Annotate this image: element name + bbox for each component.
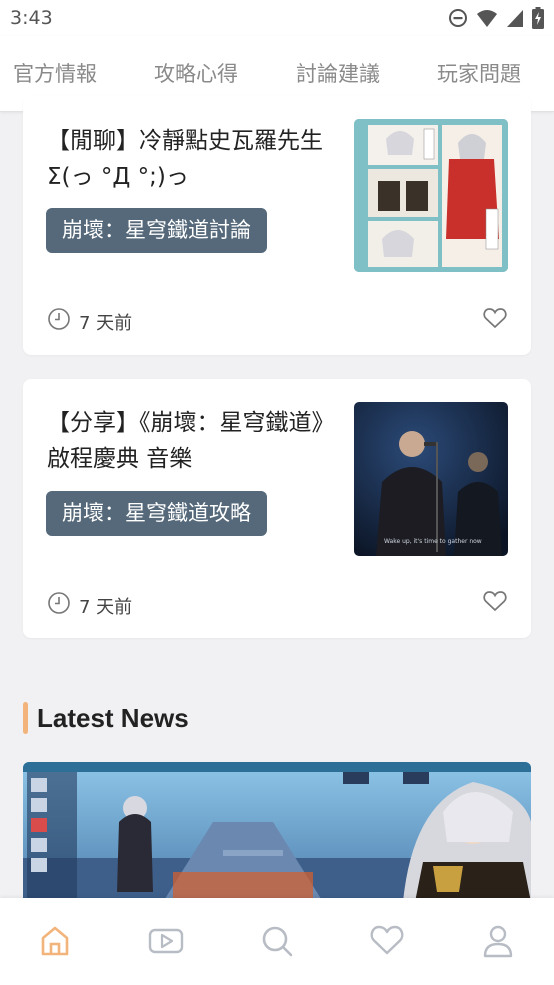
clock-icon: [47, 591, 71, 620]
tab-player-questions[interactable]: 玩家問題: [437, 58, 521, 88]
post-category-tag[interactable]: 崩壞：星穹鐵道攻略: [46, 491, 267, 536]
concert-singer-thumbnail[interactable]: Wake up, it's time to gather now: [354, 402, 508, 556]
status-icons: [448, 7, 544, 29]
section-accent-bar: [23, 702, 28, 734]
post-card[interactable]: 【分享】《崩壞：星穹鐵道》啟程慶典 音樂 崩壞：星穹鐵道攻略 Wake up, …: [23, 379, 531, 638]
game-screenshot-banner[interactable]: [23, 762, 531, 902]
post-time-text: 7 天前: [79, 596, 133, 618]
thumbnail-caption: Wake up, it's time to gather now: [384, 538, 482, 545]
status-bar: 3:43: [0, 0, 554, 36]
latest-news-heading: Latest News: [23, 702, 189, 734]
cell-signal-icon: [506, 8, 524, 28]
status-time: 3:43: [10, 7, 53, 29]
clock-icon: [47, 307, 71, 336]
video-icon[interactable]: [148, 924, 184, 962]
like-heart-icon[interactable]: [483, 307, 507, 333]
search-icon[interactable]: [260, 924, 294, 962]
post-category-tag[interactable]: 崩壞：星穹鐵道討論: [46, 208, 267, 253]
manga-comic-thumbnail[interactable]: [354, 119, 508, 272]
heart-icon[interactable]: [370, 924, 404, 960]
tab-official-info[interactable]: 官方情報: [13, 58, 97, 88]
tab-discussion-suggestions[interactable]: 討論建議: [296, 58, 380, 88]
post-title[interactable]: 【分享】《崩壞：星穹鐵道》啟程慶典 音樂: [47, 405, 327, 477]
post-time-text: 7 天前: [79, 312, 133, 334]
post-timestamp: 7 天前: [47, 307, 132, 336]
post-timestamp: 7 天前: [47, 591, 132, 620]
tab-strategy-guides[interactable]: 攻略心得: [154, 58, 238, 88]
post-title[interactable]: 【閒聊】冷靜點史瓦羅先生Σ(っ °Д °;)っ: [47, 123, 327, 195]
bottom-navigation: [0, 898, 554, 985]
section-title: Latest News: [37, 702, 189, 733]
home-icon[interactable]: [38, 924, 72, 962]
battery-charging-icon: [532, 7, 544, 29]
wifi-icon: [476, 8, 498, 28]
profile-icon[interactable]: [482, 924, 514, 962]
post-card[interactable]: 【閒聊】冷靜點史瓦羅先生Σ(っ °Д °;)っ 崩壞：星穹鐵道討論 7 天前: [23, 95, 531, 355]
do-not-disturb-icon: [448, 8, 468, 28]
like-heart-icon[interactable]: [483, 590, 507, 616]
